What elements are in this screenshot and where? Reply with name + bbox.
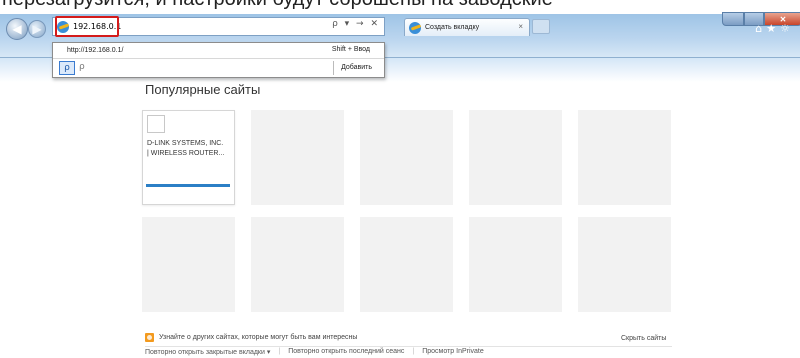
reopen-last-session-link[interactable]: Повторно открыть последний сеанс	[288, 348, 404, 356]
suggestion-url[interactable]: http://192.168.0.1/	[67, 47, 123, 54]
reopen-closed-tabs-link[interactable]: Повторно открыть закрытые вкладки ▾	[145, 348, 270, 356]
address-tools[interactable]: ρ ▾ → ✕	[332, 19, 380, 29]
site-usage-bar	[146, 184, 230, 187]
site-tile-empty[interactable]	[251, 217, 344, 312]
ie-icon	[57, 20, 69, 33]
inprivate-link[interactable]: Просмотр InPrivate	[422, 348, 484, 356]
site-tile-empty[interactable]	[469, 110, 562, 205]
info-icon	[145, 333, 154, 342]
address-bar[interactable]: 192.168.0.1 ρ ▾ → ✕	[52, 16, 385, 37]
site-tile-empty[interactable]	[578, 110, 671, 205]
caption-text: перезагрузится, и настройки будут сброше…	[0, 0, 800, 16]
search-alt-icon[interactable]: ρ	[79, 62, 85, 72]
back-arrow-icon: ◀	[12, 22, 22, 36]
suggestion-shortcut: Shift + Ввод	[331, 46, 370, 53]
new-tab-button[interactable]	[532, 19, 550, 34]
site-tile-empty[interactable]	[578, 217, 671, 312]
forward-arrow-icon: ▶	[32, 22, 42, 36]
suggestion-row[interactable]: http://192.168.0.1/ Shift + Ввод	[53, 43, 384, 57]
forward-button[interactable]: ▶	[28, 20, 46, 38]
hide-sites-link[interactable]: Скрыть сайты	[621, 335, 666, 342]
site-tile-empty[interactable]	[142, 217, 235, 312]
page-title: Популярные сайты	[145, 82, 261, 97]
site-tile-empty[interactable]	[360, 110, 453, 205]
footer-separator: |	[412, 348, 415, 355]
discover-sites-text[interactable]: Узнайте о других сайтах, которые могут б…	[159, 334, 357, 341]
add-provider-button[interactable]: Добавить	[341, 64, 372, 71]
tab-ie-icon	[409, 21, 421, 34]
address-suggestions: http://192.168.0.1/ Shift + Ввод ρ ρ Доб…	[52, 42, 385, 78]
site-thumbnail-icon	[147, 115, 165, 133]
back-button[interactable]: ◀	[6, 18, 28, 40]
discover-sites-link[interactable]: Узнайте о других сайтах, которые могут б…	[145, 333, 357, 342]
site-tile-title: D-LINK SYSTEMS, INC. | WIRELESS ROUTER..…	[147, 140, 225, 157]
site-tile-empty[interactable]	[469, 217, 562, 312]
site-tile-empty[interactable]	[251, 110, 344, 205]
site-tile-empty[interactable]	[360, 217, 453, 312]
search-icon[interactable]: ρ	[59, 61, 75, 75]
toolbar-icons[interactable]: ⌂★☼	[755, 22, 794, 35]
tab-new[interactable]: Создать вкладку ×	[404, 18, 530, 36]
footer-divider	[145, 346, 672, 347]
suggestion-vertical-divider	[333, 61, 334, 75]
suggestion-divider	[53, 58, 384, 59]
footer-links: Повторно открыть закрытые вкладки ▾ | По…	[145, 348, 492, 356]
tab-close-icon[interactable]: ×	[518, 22, 523, 31]
footer-separator: |	[278, 348, 281, 355]
site-tile-dlink[interactable]: D-LINK SYSTEMS, INC. | WIRELESS ROUTER..…	[142, 110, 235, 205]
tab-label: Создать вкладку	[425, 24, 480, 31]
